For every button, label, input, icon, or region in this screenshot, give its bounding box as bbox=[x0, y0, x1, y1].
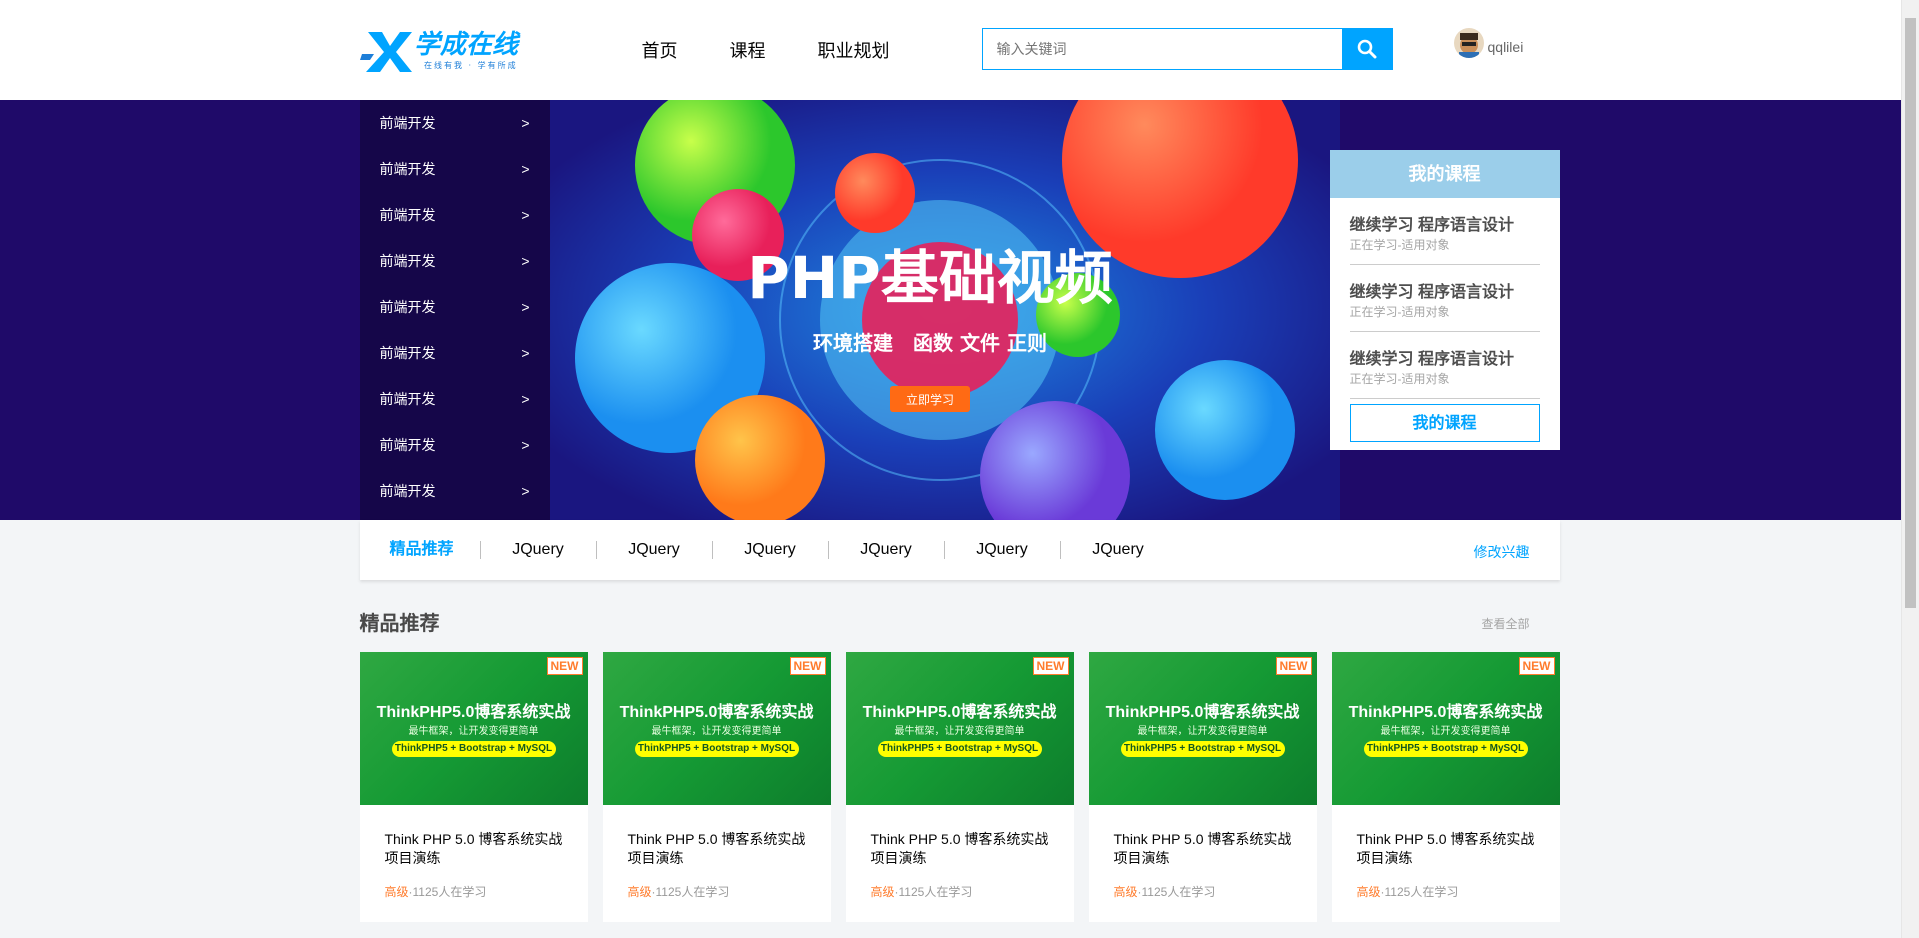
course-title[interactable]: Think PHP 5.0 博客系统实战项目演练 bbox=[603, 805, 831, 868]
course-card[interactable]: ThinkPHP5.0博客系统实战 最牛框架，让开发变得更简单 ThinkPHP… bbox=[845, 652, 1074, 922]
my-course-panel: 我的课程 继续学习 程序语言设计 正在学习-适用对象 继续学习 程序语言设计 正… bbox=[1329, 150, 1560, 450]
new-badge: NEW bbox=[546, 657, 583, 675]
category-item[interactable]: 前端开发 > bbox=[360, 284, 550, 330]
chevron-right-icon: > bbox=[521, 207, 530, 223]
section-title: 精品推荐 bbox=[359, 613, 440, 635]
logo-text: 学成在线 bbox=[414, 30, 521, 60]
course-progress-item[interactable]: 继续学习 程序语言设计 正在学习-适用对象 bbox=[1349, 265, 1540, 332]
my-course-button[interactable]: 我的课程 bbox=[1349, 404, 1540, 442]
course-thumbnail[interactable]: ThinkPHP5.0博客系统实战 最牛框架，让开发变得更简单 ThinkPHP… bbox=[1331, 652, 1560, 805]
course-title[interactable]: Think PHP 5.0 博客系统实战项目演练 bbox=[1089, 805, 1317, 868]
interest-item[interactable]: JQuery bbox=[711, 541, 828, 559]
section-header: 精品推荐 查看全部 bbox=[360, 607, 1560, 647]
chevron-right-icon: > bbox=[521, 299, 530, 315]
main-nav: 首页 课程 职业规划 bbox=[642, 37, 942, 63]
course-card[interactable]: ThinkPHP5.0博客系统实战 最牛框架，让开发变得更简单 ThinkPHP… bbox=[359, 652, 588, 922]
vertical-scrollbar[interactable] bbox=[1901, 0, 1919, 938]
course-thumbnail[interactable]: ThinkPHP5.0博客系统实战 最牛框架，让开发变得更简单 ThinkPHP… bbox=[1088, 652, 1317, 805]
category-item[interactable]: 前端开发 > bbox=[360, 468, 550, 514]
course-card[interactable]: ThinkPHP5.0博客系统实战 最牛框架，让开发变得更简单 ThinkPHP… bbox=[1088, 652, 1317, 922]
nav-home[interactable]: 首页 bbox=[642, 37, 678, 63]
category-item[interactable]: 前端开发 > bbox=[360, 238, 550, 284]
view-all-link[interactable]: 查看全部 bbox=[1481, 615, 1529, 632]
course-title[interactable]: Think PHP 5.0 博客系统实战项目演练 bbox=[360, 805, 588, 868]
new-badge: NEW bbox=[1518, 657, 1555, 675]
search-box bbox=[981, 28, 1393, 70]
interest-bar: 精品推荐 JQuery JQuery JQuery JQuery JQuery … bbox=[359, 520, 1560, 580]
user-profile[interactable]: qqlilei bbox=[1453, 28, 1524, 58]
chevron-right-icon: > bbox=[521, 391, 530, 407]
category-item[interactable]: 前端开发 > bbox=[360, 146, 550, 192]
course-meta: 高级·1125人在学习 bbox=[870, 885, 973, 899]
new-badge: NEW bbox=[1275, 657, 1312, 675]
category-item[interactable]: 前端开发 > bbox=[360, 192, 550, 238]
category-item[interactable]: 前端开发 > bbox=[360, 422, 550, 468]
category-item[interactable]: 前端开发 > bbox=[360, 100, 550, 146]
search-button[interactable] bbox=[1341, 28, 1393, 70]
course-list: ThinkPHP5.0博客系统实战 最牛框架，让开发变得更简单 ThinkPHP… bbox=[359, 652, 1560, 922]
category-item[interactable]: 前端开发 > bbox=[360, 330, 550, 376]
chevron-right-icon: > bbox=[521, 437, 530, 453]
chevron-right-icon: > bbox=[521, 483, 530, 499]
logo-slogan: 在线有我 · 学有所成 bbox=[424, 60, 518, 70]
search-input[interactable] bbox=[982, 29, 1339, 69]
course-card[interactable]: ThinkPHP5.0博客系统实战 最牛框架，让开发变得更简单 ThinkPHP… bbox=[602, 652, 831, 922]
course-thumbnail[interactable]: ThinkPHP5.0博客系统实战 最牛框架，让开发变得更简单 ThinkPHP… bbox=[845, 652, 1074, 805]
avatar-image bbox=[1453, 28, 1484, 58]
nav-courses[interactable]: 课程 bbox=[730, 37, 766, 63]
username[interactable]: qqlilei bbox=[1488, 39, 1524, 55]
my-course-title: 我的课程 bbox=[1329, 150, 1560, 198]
modify-interest-link[interactable]: 修改兴趣 bbox=[1474, 542, 1530, 562]
new-badge: NEW bbox=[1032, 657, 1069, 675]
new-badge: NEW bbox=[789, 657, 826, 675]
course-meta: 高级·1125人在学习 bbox=[384, 885, 487, 899]
site-header: 学成在线 在线有我 · 学有所成 首页 课程 职业规划 输入关键词 qqlile… bbox=[0, 0, 1919, 100]
interest-item[interactable]: JQuery bbox=[827, 541, 944, 559]
category-item[interactable]: 前端开发 > bbox=[360, 376, 550, 422]
chevron-right-icon: > bbox=[521, 161, 530, 177]
course-thumbnail[interactable]: ThinkPHP5.0博客系统实战 最牛框架，让开发变得更简单 ThinkPHP… bbox=[359, 652, 588, 805]
logo-mark: 学成在线 在线有我 · 学有所成 bbox=[359, 30, 521, 72]
course-thumbnail[interactable]: ThinkPHP5.0博客系统实战 最牛框架，让开发变得更简单 ThinkPHP… bbox=[602, 652, 831, 805]
course-title[interactable]: Think PHP 5.0 博客系统实战项目演练 bbox=[846, 805, 1074, 868]
interest-item[interactable]: JQuery bbox=[479, 541, 596, 559]
search-icon bbox=[1357, 39, 1377, 59]
chevron-right-icon: > bbox=[521, 345, 530, 361]
banner: PHP基础视频 环境搭建 函数 文件 正则 立即学习 前端开发 > 前端开发 > 前… bbox=[0, 100, 1919, 520]
course-progress-item[interactable]: 继续学习 程序语言设计 正在学习-适用对象 bbox=[1349, 332, 1540, 399]
interest-item[interactable]: JQuery bbox=[943, 541, 1060, 559]
course-meta: 高级·1125人在学习 bbox=[1356, 885, 1459, 899]
course-meta: 高级·1125人在学习 bbox=[1113, 885, 1216, 899]
scrollbar-thumb[interactable] bbox=[1905, 18, 1916, 608]
interest-title: 精品推荐 bbox=[389, 541, 454, 558]
chevron-right-icon: > bbox=[521, 115, 530, 131]
chevron-right-icon: > bbox=[521, 253, 530, 269]
avatar[interactable] bbox=[1453, 28, 1484, 58]
nav-career[interactable]: 职业规划 bbox=[818, 37, 890, 63]
logo[interactable]: 学成在线 在线有我 · 学有所成 bbox=[359, 26, 560, 74]
interest-item[interactable]: JQuery bbox=[595, 541, 712, 559]
course-title[interactable]: Think PHP 5.0 博客系统实战项目演练 bbox=[1332, 805, 1560, 868]
interest-item[interactable]: JQuery bbox=[1059, 541, 1176, 559]
course-meta: 高级·1125人在学习 bbox=[627, 885, 730, 899]
course-progress-item[interactable]: 继续学习 程序语言设计 正在学习-适用对象 bbox=[1349, 198, 1540, 265]
category-nav: 前端开发 > 前端开发 > 前端开发 > 前端开发 > 前端开发 > 前端开发 > 前端开发… bbox=[359, 100, 550, 520]
course-card[interactable]: ThinkPHP5.0博客系统实战 最牛框架，让开发变得更简单 ThinkPHP… bbox=[1331, 652, 1560, 922]
